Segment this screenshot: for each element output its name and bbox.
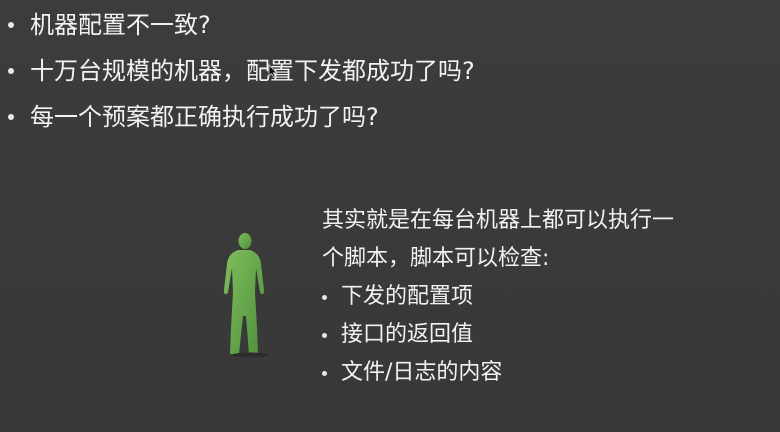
check-item-text: 下发的配置项 bbox=[341, 284, 474, 309]
bullet-dot-icon bbox=[8, 22, 14, 28]
check-item: 文件/日志的内容 bbox=[322, 354, 762, 392]
paragraph-line-1: 其实就是在每台机器上都可以执行一 bbox=[322, 208, 675, 233]
slide: 机器配置不一致? 十万台规模的机器，配置下发都成功了吗? 每一个预案都正确执行成… bbox=[0, 0, 780, 432]
check-item-text: 接口的返回值 bbox=[341, 322, 474, 347]
bullet-text: 机器配置不一致? bbox=[30, 11, 211, 39]
bullet-text: 十万台规模的机器，配置下发都成功了吗? bbox=[30, 57, 475, 85]
check-item-text: 文件/日志的内容 bbox=[341, 360, 503, 385]
bullet-dot-icon bbox=[322, 332, 327, 338]
paragraph-line-2: 个脚本，脚本可以检查: bbox=[322, 246, 550, 271]
bullet-dot-icon bbox=[8, 114, 14, 120]
person-silhouette-icon bbox=[223, 233, 268, 358]
mouse-cursor-icon bbox=[268, 64, 278, 78]
bullet-item: 每一个预案都正确执行成功了吗? bbox=[8, 94, 475, 140]
top-bullet-list: 机器配置不一致? 十万台规模的机器，配置下发都成功了吗? 每一个预案都正确执行成… bbox=[8, 2, 475, 140]
check-item-list: 下发的配置项 接口的返回值 文件/日志的内容 bbox=[322, 278, 762, 392]
bullet-dot-icon bbox=[8, 68, 14, 74]
bullet-item: 十万台规模的机器，配置下发都成功了吗? bbox=[8, 48, 475, 94]
bullet-text: 每一个预案都正确执行成功了吗? bbox=[30, 103, 379, 131]
bullet-dot-icon bbox=[322, 370, 327, 376]
explanation-block: 其实就是在每台机器上都可以执行一 个脚本，脚本可以检查: 下发的配置项 接口的返… bbox=[322, 202, 762, 392]
bullet-dot-icon bbox=[322, 294, 327, 300]
bullet-item: 机器配置不一致? bbox=[8, 2, 475, 48]
check-item: 下发的配置项 bbox=[322, 278, 762, 316]
explanation-paragraph: 其实就是在每台机器上都可以执行一 个脚本，脚本可以检查: bbox=[322, 202, 762, 278]
check-item: 接口的返回值 bbox=[322, 316, 762, 354]
